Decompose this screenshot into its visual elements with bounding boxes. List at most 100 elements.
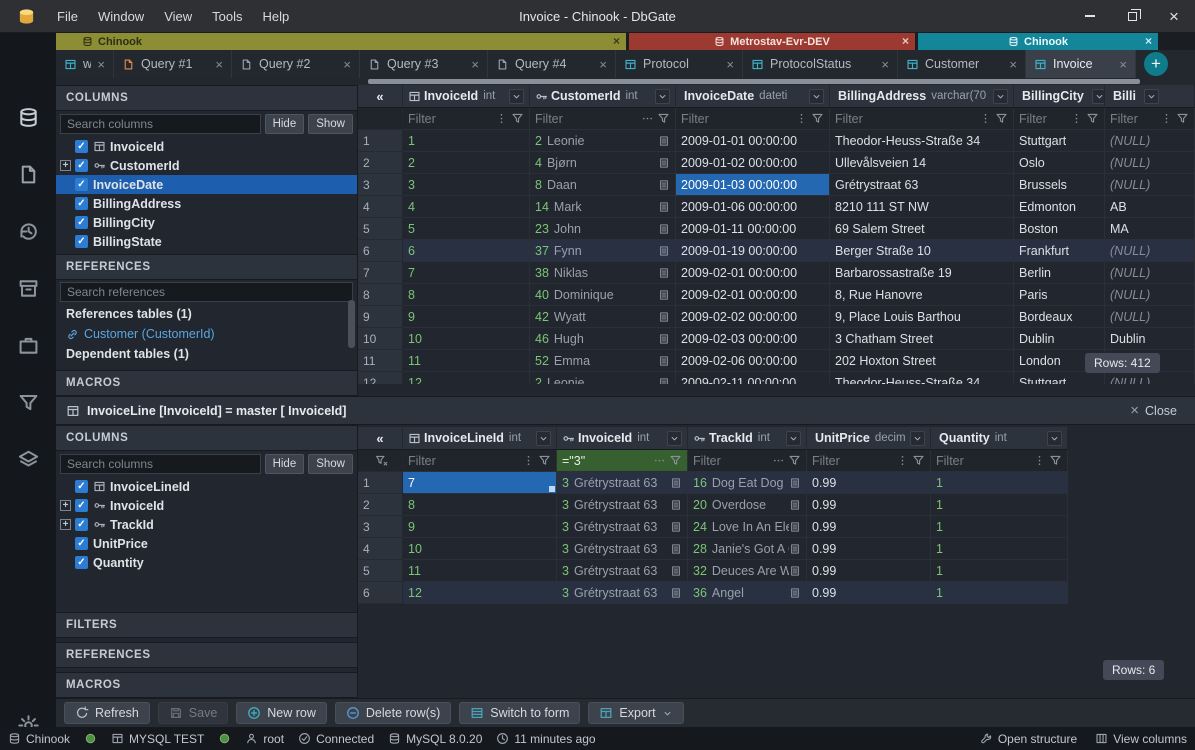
column-header-invoicedate[interactable]: InvoiceDatedateti — [676, 85, 830, 108]
checkbox[interactable]: ✓ — [75, 178, 88, 191]
cell-invoicedate[interactable]: 2009-02-03 00:00:00 — [676, 328, 830, 350]
group-close-icon[interactable]: × — [902, 33, 909, 50]
filter-invoiceid[interactable]: Filter — [403, 108, 530, 130]
column-item-quantity[interactable]: ✓Quantity — [56, 553, 357, 572]
collapse-panel-button[interactable]: « — [358, 85, 403, 108]
filter-invoicedate[interactable]: Filter — [676, 108, 830, 130]
reference-link-customer[interactable]: Customer (CustomerId) — [56, 324, 357, 344]
cell-invoicedate[interactable]: 2009-02-06 00:00:00 — [676, 350, 830, 372]
cell-billingcity[interactable]: Frankfurt — [1014, 240, 1105, 262]
panel-scrollbar-thumb[interactable] — [348, 300, 355, 348]
tab-query-2[interactable]: Query #2× — [232, 50, 360, 78]
status-view-columns[interactable]: View columns — [1095, 732, 1187, 746]
sidebar-layers-button[interactable] — [17, 448, 40, 471]
sidebar-filter-button[interactable] — [17, 391, 40, 414]
menu-window[interactable]: Window — [89, 5, 153, 28]
cell-invoicelineid[interactable]: 11 — [403, 560, 557, 582]
row-number[interactable]: 2 — [358, 152, 403, 174]
minimize-button[interactable] — [1069, 0, 1111, 32]
cell-customerid[interactable]: 23John — [530, 218, 676, 240]
export-button[interactable]: Export — [588, 702, 683, 724]
row-number[interactable]: 3 — [358, 174, 403, 196]
references-section-header[interactable]: REFERENCES — [56, 254, 357, 280]
status-mysql-8-0-20[interactable]: MySQL 8.0.20 — [388, 732, 482, 746]
row-number[interactable]: 2 — [358, 494, 403, 516]
row-number[interactable]: 1 — [358, 472, 403, 494]
cell-invoiceid[interactable]: 1 — [403, 130, 530, 152]
detail-references-section-header[interactable]: REFERENCES — [56, 642, 357, 668]
cell-quantity[interactable]: 1 — [931, 516, 1068, 538]
cell-invoicedate[interactable]: 2009-01-06 00:00:00 — [676, 196, 830, 218]
row-number[interactable]: 11 — [358, 350, 403, 372]
cell-invoiceid[interactable]: 3 — [403, 174, 530, 196]
column-menu-button[interactable] — [1092, 89, 1105, 104]
tab-close-icon[interactable]: × — [599, 57, 607, 72]
menu-tools[interactable]: Tools — [203, 5, 251, 28]
cell-unitprice[interactable]: 0.99 — [807, 472, 931, 494]
cell-invoiceid[interactable]: 3Grétrystraat 63 — [557, 494, 688, 516]
detail-search-columns-input[interactable] — [60, 454, 261, 474]
cell-invoicedate[interactable]: 2009-01-11 00:00:00 — [676, 218, 830, 240]
cell-trackid[interactable]: 16Dog Eat Dog — [688, 472, 807, 494]
cell-billingaddress[interactable]: 8210 111 ST NW — [830, 196, 1014, 218]
delete-row-s-button[interactable]: Delete row(s) — [335, 702, 451, 724]
column-header-unitprice[interactable]: UnitPricedecim — [807, 427, 931, 450]
status-mysql-test[interactable]: MYSQL TEST — [111, 732, 204, 746]
filters-section-header[interactable]: FILTERS — [56, 612, 357, 638]
row-number[interactable]: 1 — [358, 130, 403, 152]
cell-trackid[interactable]: 28Janie's Got A Gun — [688, 538, 807, 560]
tab-close-icon[interactable]: × — [215, 57, 223, 72]
cell-invoiceid[interactable]: 3Grétrystraat 63 — [557, 538, 688, 560]
cell-trackid[interactable]: 20Overdose — [688, 494, 807, 516]
filter-invoiceid[interactable]: ="3" — [557, 450, 688, 472]
tab-customer[interactable]: Customer× — [898, 50, 1026, 78]
cell-invoicedate[interactable]: 2009-02-11 00:00:00 — [676, 372, 830, 384]
cell-quantity[interactable]: 1 — [931, 582, 1068, 604]
cell-invoiceid[interactable]: 5 — [403, 218, 530, 240]
cell-invoicedate[interactable]: 2009-01-02 00:00:00 — [676, 152, 830, 174]
tab-query-1[interactable]: Query #1× — [114, 50, 232, 78]
filter-quantity[interactable]: Filter — [931, 450, 1068, 472]
checkbox[interactable]: ✓ — [75, 216, 88, 229]
cell-billingstate[interactable]: MA — [1105, 218, 1195, 240]
cell-customerid[interactable]: 14Mark — [530, 196, 676, 218]
cell-invoiceid[interactable]: 3Grétrystraat 63 — [557, 516, 688, 538]
cell-billingaddress[interactable]: 8, Rue Hanovre — [830, 284, 1014, 306]
cell-customerid[interactable]: 42Wyatt — [530, 306, 676, 328]
tab-group-metrostav-evr-dev[interactable]: Metrostav-Evr-DEV× — [629, 33, 915, 50]
row-number[interactable]: 4 — [358, 196, 403, 218]
cell-customerid[interactable]: 2Leonie — [530, 372, 676, 384]
column-header-customerid[interactable]: CustomerIdint — [530, 85, 676, 108]
tab-group-chinook[interactable]: Chinook× — [918, 33, 1158, 50]
menu-file[interactable]: File — [48, 5, 87, 28]
checkbox[interactable]: ✓ — [75, 556, 88, 569]
cell-billingcity[interactable]: Stuttgart — [1014, 372, 1105, 384]
cell-invoiceid[interactable]: 9 — [403, 306, 530, 328]
cell-invoiceid[interactable]: 3Grétrystraat 63 — [557, 582, 688, 604]
row-number[interactable]: 12 — [358, 372, 403, 384]
cell-billingaddress[interactable]: 9, Place Louis Barthou — [830, 306, 1014, 328]
column-header-invoiceid[interactable]: InvoiceIdint — [557, 427, 688, 450]
tab-close-icon[interactable]: × — [881, 57, 889, 72]
expand-icon[interactable]: + — [60, 500, 71, 511]
cell-unitprice[interactable]: 0.99 — [807, 582, 931, 604]
cell-unitprice[interactable]: 0.99 — [807, 560, 931, 582]
column-item-customerid[interactable]: +✓CustomerId — [56, 156, 357, 175]
columns-section-header[interactable]: COLUMNS — [56, 85, 357, 111]
column-header-invoicelineid[interactable]: InvoiceLineIdint — [403, 427, 557, 450]
column-header-trackid[interactable]: TrackIdint — [688, 427, 807, 450]
checkbox[interactable]: ✓ — [75, 197, 88, 210]
row-number[interactable]: 5 — [358, 560, 403, 582]
refresh-button[interactable]: Refresh — [64, 702, 150, 724]
cell-billingstate[interactable]: (NULL) — [1105, 372, 1195, 384]
column-item-trackid[interactable]: +✓TrackId — [56, 515, 357, 534]
filter-unitprice[interactable]: Filter — [807, 450, 931, 472]
cell-invoicedate[interactable]: 2009-02-02 00:00:00 — [676, 306, 830, 328]
cell-unitprice[interactable]: 0.99 — [807, 494, 931, 516]
cell-billingaddress[interactable]: Berger Straße 10 — [830, 240, 1014, 262]
cell-billingcity[interactable]: Dublin — [1014, 328, 1105, 350]
cell-invoiceid[interactable]: 6 — [403, 240, 530, 262]
group-close-icon[interactable]: × — [613, 33, 620, 50]
detail-close-button[interactable]: × Close — [1130, 403, 1185, 418]
cell-billingaddress[interactable]: 69 Salem Street — [830, 218, 1014, 240]
